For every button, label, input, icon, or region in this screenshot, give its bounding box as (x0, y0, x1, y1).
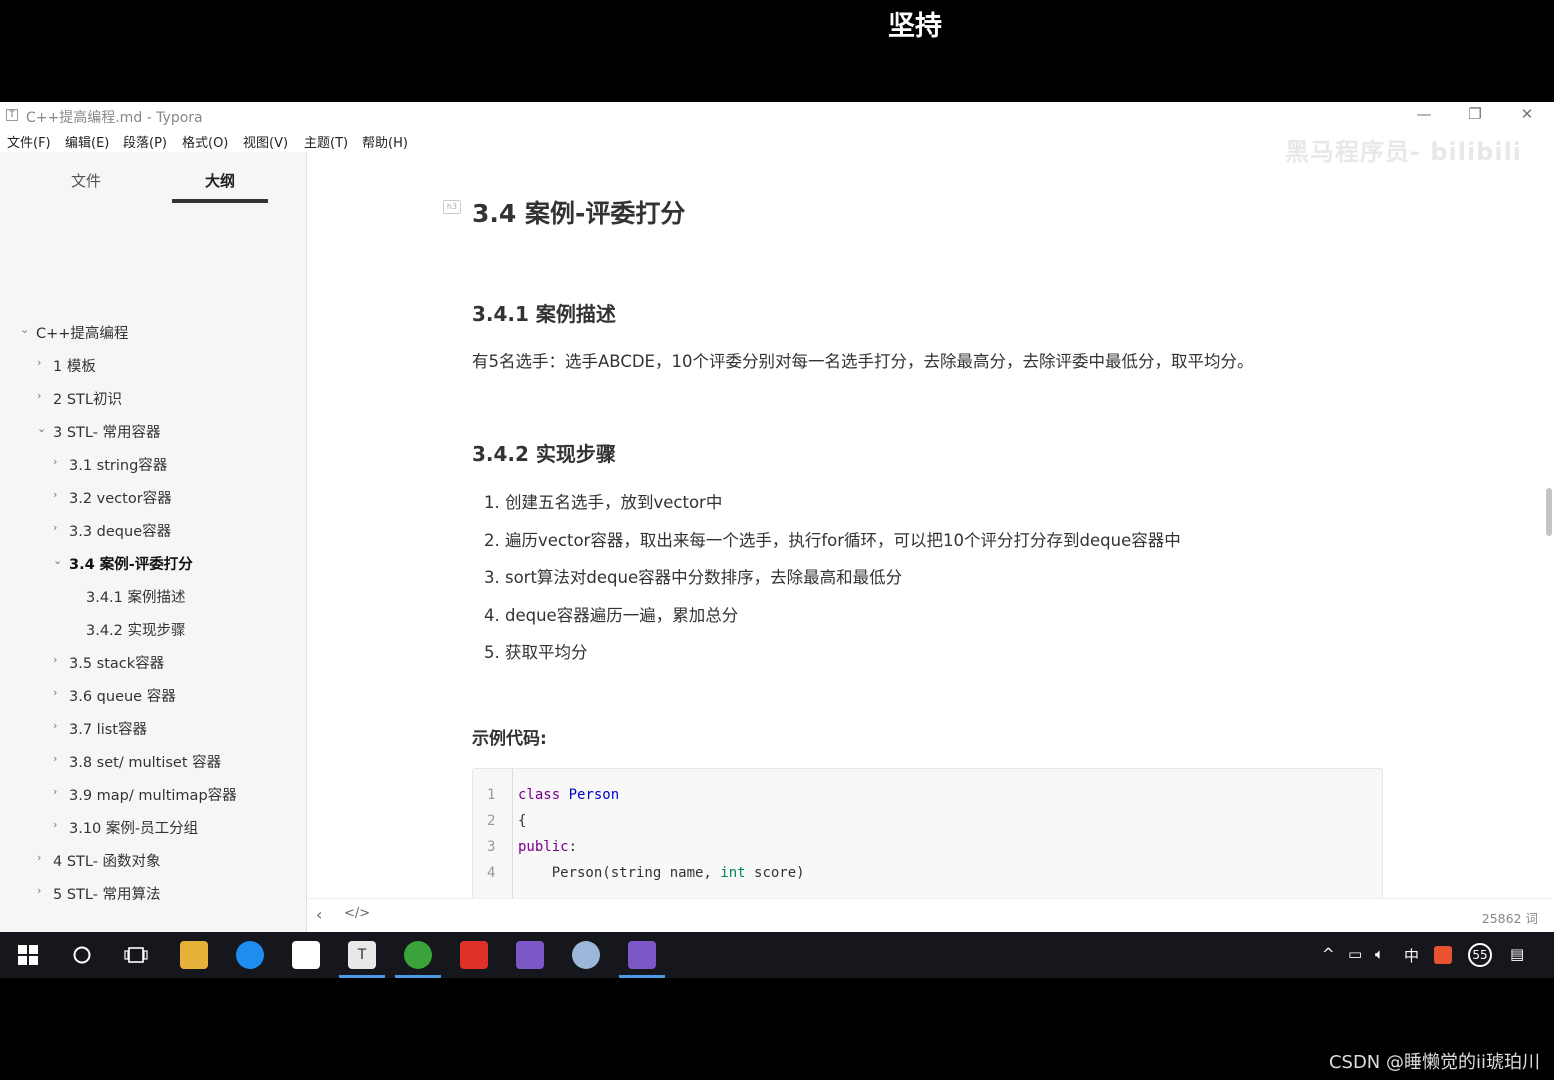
line-number-gutter: 1 2 3 4 (473, 769, 513, 898)
menu-format[interactable]: 格式(O) (182, 132, 228, 151)
security-badge[interactable]: 55 (1468, 943, 1492, 967)
cloud-app-icon[interactable] (292, 941, 320, 969)
list-item: 1. 创建五名选手，放到vector中 (484, 493, 723, 512)
sidebar: 文件 大纲 ⌄ C++提高编程 › 1 模板 › 2 STL初识 ⌄ 3 STL- 常用… (0, 152, 307, 932)
chevron-down-icon[interactable]: ⌄ (20, 323, 32, 336)
list-item: 4. deque容器遍历一遍，累加总分 (484, 606, 739, 625)
ime-indicator[interactable]: 中 (1404, 945, 1419, 966)
browser-icon[interactable] (236, 941, 264, 969)
chevron-right-icon[interactable]: › (53, 818, 65, 831)
active-tab-indicator (172, 199, 268, 203)
word-count[interactable]: 25862 词 (1482, 908, 1538, 927)
status-bar: ‹ </> 25862 词 (308, 898, 1554, 932)
file-explorer-icon[interactable] (180, 941, 208, 969)
line-number: 2 (487, 813, 496, 829)
chevron-right-icon[interactable]: › (53, 719, 65, 732)
windows-taskbar: T ^ ▭ 🔈︎ 中 55 ▤ (0, 932, 1554, 978)
sogou-icon[interactable] (1434, 946, 1452, 964)
tab-files[interactable]: 文件 (38, 170, 134, 191)
titlebar: T C++提高编程.md - Typora — ❐ ✕ (0, 102, 1554, 128)
scrollbar-thumb[interactable] (1546, 488, 1552, 536)
list-item: 2. 遍历vector容器，取出来每一个选手，执行for循环，可以把10个评分打… (484, 531, 1181, 550)
code-line: { (518, 813, 527, 829)
code-line: public: (518, 839, 578, 855)
tray-overflow-icon[interactable]: ^ (1322, 945, 1335, 963)
chevron-right-icon[interactable]: › (53, 521, 65, 534)
line-number: 3 (487, 839, 496, 855)
chevron-right-icon[interactable]: › (53, 653, 65, 666)
heading-3-4-2: 3.4.2 实现步骤 (472, 442, 616, 466)
search-circle-icon[interactable] (68, 941, 96, 969)
visual-studio-icon[interactable] (628, 941, 656, 969)
xmind-icon[interactable] (460, 941, 488, 969)
menu-edit[interactable]: 编辑(E) (65, 132, 109, 151)
chevron-down-icon[interactable]: ⌄ (53, 554, 65, 567)
chevron-down-icon[interactable]: ⌄ (37, 422, 49, 435)
active-app-indicator (619, 975, 665, 978)
typora-window: T C++提高编程.md - Typora — ❐ ✕ 文件(F) 编辑(E) … (0, 102, 1554, 932)
notification-icon[interactable]: ▤ (1510, 945, 1524, 963)
heading-3-4: 3.4 案例-评委打分 (472, 199, 686, 228)
code-label: 示例代码: (472, 729, 547, 749)
typora-taskbar-icon[interactable]: T (348, 941, 376, 969)
volume-icon[interactable]: 🔈︎ (1375, 945, 1384, 963)
chevron-right-icon[interactable]: › (37, 356, 49, 369)
close-button[interactable]: ✕ (1507, 103, 1547, 127)
line-number: 1 (487, 787, 496, 803)
paint-icon[interactable] (572, 941, 600, 969)
chevron-right-icon[interactable]: › (37, 851, 49, 864)
list-item: 5. 获取平均分 (484, 643, 588, 662)
code-block[interactable]: 1 2 3 4 class Person { public: Person(st… (472, 768, 1383, 898)
toggle-sidebar-icon[interactable]: ‹ (316, 905, 322, 924)
list-item: 3. sort算法对deque容器中分数排序，去除最高和最低分 (484, 568, 903, 587)
menu-view[interactable]: 视图(V) (243, 132, 288, 151)
chevron-right-icon[interactable]: › (37, 389, 49, 402)
video-caption: 坚持 (0, 0, 1554, 102)
network-icon[interactable]: ▭ (1348, 945, 1362, 963)
chevron-right-icon[interactable]: › (53, 752, 65, 765)
windows-start-icon[interactable] (14, 941, 42, 969)
heading-level-badge: h3 (443, 200, 461, 214)
editor-content[interactable]: h3 3.4 案例-评委打分 3.4.1 案例描述 有5名选手：选手ABCDE，… (308, 152, 1554, 898)
menu-file[interactable]: 文件(F) (7, 132, 51, 151)
menu-theme[interactable]: 主题(T) (304, 132, 348, 151)
active-app-indicator (339, 975, 385, 978)
typora-icon: T (6, 109, 18, 121)
minimize-button[interactable]: — (1404, 103, 1444, 127)
chevron-right-icon[interactable]: › (53, 686, 65, 699)
menu-help[interactable]: 帮助(H) (362, 132, 408, 151)
menu-paragraph[interactable]: 段落(P) (123, 132, 167, 151)
chevron-right-icon[interactable]: › (37, 884, 49, 897)
caption-text: 坚持 (888, 11, 942, 42)
window-title: C++提高编程.md - Typora (26, 110, 203, 126)
green-app-icon[interactable] (404, 941, 432, 969)
watermark-logo: 黑马程序员- bilibili (1285, 138, 1523, 166)
task-view-icon[interactable] (122, 941, 150, 969)
line-number: 4 (487, 865, 496, 881)
visual-studio-icon[interactable] (516, 941, 544, 969)
chevron-right-icon[interactable]: › (53, 785, 65, 798)
chevron-right-icon[interactable]: › (53, 455, 65, 468)
description-paragraph: 有5名选手：选手ABCDE，10个评委分别对每一名选手打分，去除最高分，去除评委… (472, 352, 1254, 371)
source-mode-icon[interactable]: </> (344, 906, 370, 921)
tab-outline[interactable]: 大纲 (172, 170, 268, 191)
csdn-watermark: CSDN @睡懒觉的ii琥珀川 (1328, 1052, 1540, 1073)
heading-3-4-1: 3.4.1 案例描述 (472, 302, 616, 326)
active-app-indicator (395, 975, 441, 978)
chevron-right-icon[interactable]: › (53, 488, 65, 501)
code-line: class Person (518, 787, 620, 803)
restore-button[interactable]: ❐ (1455, 103, 1495, 127)
code-line: Person(string name, int score) (518, 865, 805, 881)
